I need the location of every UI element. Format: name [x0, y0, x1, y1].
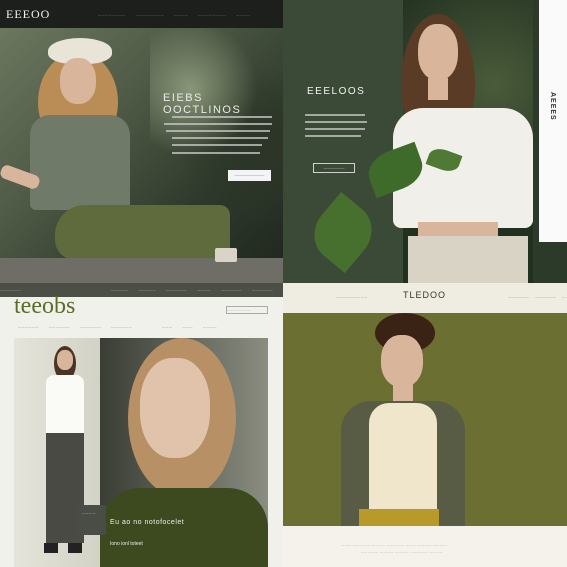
search-input[interactable]: ————————: [226, 306, 268, 314]
header-link[interactable]: ——————: [508, 295, 529, 299]
header-bar-4: ————————— TLEDOO —————— —————— ————: [283, 283, 567, 313]
sub-nav-item[interactable]: ————: [203, 325, 217, 329]
nav-item[interactable]: ————————: [98, 13, 126, 17]
top-nav-item[interactable]: —————: [111, 288, 129, 292]
info-card: ————: [76, 505, 106, 535]
top-nav-item[interactable]: ——————: [0, 288, 21, 292]
footer-line: ——— ————— ———— ————— ——— ———— ————: [341, 543, 448, 547]
top-nav-item[interactable]: —————: [139, 288, 157, 292]
hero-model-image-4: [283, 313, 567, 526]
caption-sub: Iono ionl toteet: [110, 541, 143, 547]
nav-item[interactable]: ————————: [136, 13, 164, 17]
header-link[interactable]: ————: [562, 295, 567, 299]
sub-nav-item[interactable]: ——————: [49, 325, 70, 329]
coffee-cup: [215, 248, 237, 262]
sub-nav-item[interactable]: ———: [183, 325, 194, 329]
top-nav-item[interactable]: ————: [197, 288, 211, 292]
hero-panel-1: EEEOO ———————— ———————— ———— ———————— ——…: [0, 0, 283, 283]
site-logo-4[interactable]: TLEDOO: [403, 290, 446, 300]
footer: ——— ————— ———— ————— ——— ———— ———— —————…: [283, 526, 567, 567]
sub-nav-item[interactable]: ———: [162, 325, 173, 329]
brand-panel: ————————— TLEDOO —————— —————— — ——— ——— …: [283, 283, 567, 567]
product-image-portrait: [100, 338, 268, 567]
nav-item[interactable]: ————: [236, 13, 250, 17]
hero-cta-button[interactable]: ——————————: [228, 170, 271, 181]
side-strip: AEEES: [539, 0, 567, 242]
nav-item[interactable]: ————: [174, 13, 188, 17]
sub-nav-item[interactable]: ——————: [80, 325, 101, 329]
hero-cta-button-2[interactable]: ———————: [313, 163, 355, 173]
top-nav-item[interactable]: ——————: [166, 288, 187, 292]
header-bar: EEEOO ———————— ———————— ———— ———————— ——…: [0, 0, 283, 28]
hero-headline: EIEBS OOCTLINOS: [163, 92, 242, 116]
info-card-text: ————: [82, 511, 96, 515]
shop-panel: —————— ————— ————— —————— ———— —————— ——…: [0, 283, 283, 567]
site-logo[interactable]: EEEOO: [6, 7, 50, 22]
caption-heading: Eu ao no notofocelet: [110, 519, 185, 526]
sub-nav: —————— —————— —————— —————— ——— ——— ————: [18, 325, 217, 329]
hero-panel-2: EEELOOS ——————— AEEES: [283, 0, 567, 283]
header-link[interactable]: ——————: [535, 295, 556, 299]
hero-headline-2: EEELOOS: [307, 86, 366, 97]
site-logo-3[interactable]: teeobs: [14, 293, 75, 320]
side-strip-text: AEEES: [549, 92, 556, 121]
sub-nav-item[interactable]: ——————: [18, 325, 39, 329]
sub-nav-item[interactable]: ——————: [111, 325, 132, 329]
main-nav: ———————— ———————— ———— ———————— ————: [98, 13, 250, 17]
header-link[interactable]: —————————: [336, 295, 368, 299]
footer-line: ————— ———— ———— ————— ————: [361, 550, 444, 554]
background-foliage: [150, 28, 283, 228]
nav-item[interactable]: ————————: [198, 13, 226, 17]
top-nav-item[interactable]: ——————: [252, 288, 273, 292]
top-nav-item[interactable]: ——————: [221, 288, 242, 292]
